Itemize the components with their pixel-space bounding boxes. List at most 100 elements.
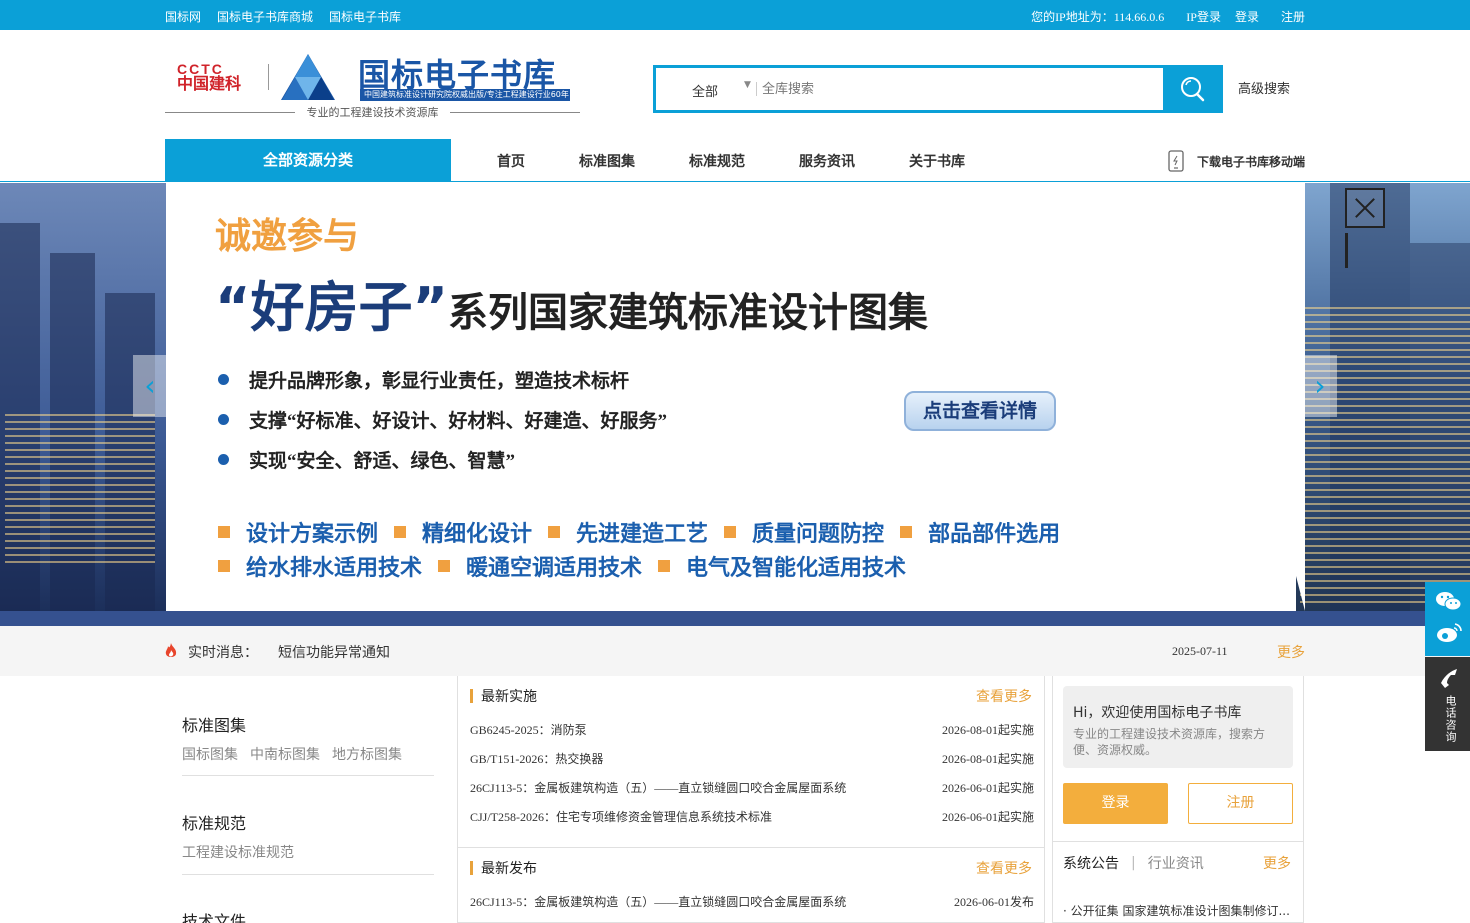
register-button[interactable]: 注册 [1188,783,1293,824]
square-bullet-icon [438,560,451,572]
hero-banner[interactable]: 诚邀参与 “好房子”系列国家建筑标准设计图集 提升品牌形象，彰显行业责任，塑造技… [0,183,1470,611]
link-ebook[interactable]: 国标电子书库 [329,8,401,25]
banner-bullets: 提升品牌形象，彰显行业责任，塑造技术标杆 支撑“好标准、好设计、好材料、好建造、… [218,359,667,479]
item-name: GB/T151-2026：热交换器 [470,752,604,766]
welcome-desc: 专业的工程建设技术资源库，搜索方便、资源权威。 [1073,727,1266,757]
latest-pub-heading: 最新发布 [470,858,537,878]
panel-divider [1053,841,1303,842]
table-row[interactable]: 26CJ113-5：金属板建筑构造（五）——直立锁缝圆口咬合金属屋面系统 2026… [470,888,1034,917]
search-button[interactable] [1163,65,1223,113]
login-link[interactable]: 登录 [1235,8,1259,25]
triangle-logo-icon [281,54,335,100]
subcategory-link[interactable]: 国标图集 [182,744,238,764]
banner-next-arrow-icon[interactable]: › [1303,355,1337,417]
phone-consult-float[interactable]: 电话咨询 [1425,657,1470,751]
phone-consult-label: 电话咨询 [1444,695,1457,743]
notice-tabs: 系统公告 | 行业资讯 [1063,853,1204,873]
top-bar: 国标网 国标电子书库商城 国标电子书库 您的IP地址为：114.66.0.6 I… [0,0,1470,30]
advanced-search-link[interactable]: 高级搜索 [1238,78,1290,97]
list-item[interactable]: · 公开征集 国家建筑标准设计图集制修订... [1063,902,1295,919]
search-input[interactable] [762,78,1152,100]
banner-title-quote: “好房子” [215,276,448,339]
nav-home[interactable]: 首页 [497,151,525,171]
nav-standards[interactable]: 标准规范 [689,151,745,171]
search-category-select[interactable]: 全部 [692,81,718,100]
subcategory-link[interactable]: 地方标图集 [332,744,402,764]
category-atlas: 标准图集 国标图集 中南标图集 地方标图集 [182,712,434,776]
latest-impl-more-link[interactable]: 查看更多 [976,686,1032,706]
download-mobile-link[interactable]: 下载电子书库移动端 [1167,150,1305,172]
banner-tag: 质量问题防控 [752,522,885,547]
search-icon [1181,77,1205,102]
heading-bar [470,861,473,875]
item-name: 26CJ113-5：金属板建筑构造（五）——直立锁缝圆口咬合金属屋面系统 [470,895,847,909]
bullet-icon [218,453,229,465]
square-bullet-icon [658,560,671,572]
latest-impl-title: 最新实施 [481,689,537,705]
flame-icon [165,643,177,657]
subcategory-link[interactable]: 工程建设标准规范 [182,842,294,862]
table-row[interactable]: GB/T151-2026：热交换器 2026-08-01起实施 [470,745,1034,774]
nav-atlas[interactable]: 标准图集 [579,151,635,171]
bullet-text: 提升品牌形象，彰显行业责任，塑造技术标杆 [249,370,630,392]
category-list: 标准图集 国标图集 中南标图集 地方标图集 标准规范 工程建设标准规范 技术文件 [165,676,451,923]
download-mobile-label: 下载电子书库移动端 [1196,154,1305,169]
tab-system-notice[interactable]: 系统公告 [1063,853,1119,873]
list-item: 实现“安全、舒适、绿色、智慧” [218,439,667,479]
ticker-more-link[interactable]: 更多 [1277,642,1305,662]
square-bullet-icon [548,526,561,538]
all-categories-button[interactable]: 全部资源分类 [165,139,451,182]
item-date: 2026-06-01起实施 [942,781,1034,795]
cctc-logo: CCTC 中国建科 [177,62,263,92]
ticker-label: 实时消息： [188,645,258,661]
weibo-icon [1437,623,1462,642]
item-name: 26CJ113-5：金属板建筑构造（五）——直立锁缝圆口咬合金属屋面系统 [470,781,847,795]
latest-pub-title: 最新发布 [481,861,537,877]
latest-lists: 最新实施 查看更多 GB6245-2025：消防泵 2026-08-01起实施 G… [457,676,1045,923]
ticker-date: 2025-07-11 [1172,644,1228,658]
table-row[interactable]: 26CJ113-5：金属板建筑构造（五）——直立锁缝圆口咬合金属屋面系统 2026… [470,774,1034,803]
banner-tags: 设计方案示例 精细化设计 先进建造工艺 质量问题防控 部品部件选用 给水排水适用… [218,515,1076,583]
nav-services[interactable]: 服务资讯 [799,151,855,171]
city-lights [5,413,155,563]
ip-login-link[interactable]: IP登录 [1186,8,1221,25]
notice-more-link[interactable]: 更多 [1263,853,1291,873]
latest-pub-more-link[interactable]: 查看更多 [976,858,1032,878]
login-button[interactable]: 登录 [1063,783,1168,824]
square-bullet-icon [724,526,737,538]
ticker-message[interactable]: 短信功能异常通知 [278,642,390,662]
social-float [1425,582,1470,656]
list-item: 提升品牌形象，彰显行业责任，塑造技术标杆 [218,359,667,399]
banner-details-button[interactable]: 点击查看详情 [904,391,1056,431]
welcome-box: Hi，欢迎使用国标电子书库 专业的工程建设技术资源库，搜索方便、资源权威。 [1063,686,1293,768]
table-row[interactable]: GB6245-2025：消防泵 2026-08-01起实施 [470,716,1034,745]
link-mall[interactable]: 国标电子书库商城 [217,8,313,25]
mobile-phone-icon [1168,150,1184,172]
banner-prev-arrow-icon[interactable]: ‹ [133,355,167,417]
table-row[interactable]: CJJ/T258-2026：住宅专项维修资金管理信息系统技术标准 2026-06-… [470,803,1034,832]
category-tech-docs: 技术文件 [182,908,434,923]
latest-impl-list: GB6245-2025：消防泵 2026-08-01起实施 GB/T151-202… [470,716,1034,832]
bullet-icon [218,373,229,385]
category-title[interactable]: 技术文件 [182,908,434,923]
cctc-logo-cn: 中国建科 [177,74,242,93]
banner-tag: 设计方案示例 [246,522,379,547]
category-title[interactable]: 标准规范 [182,810,434,834]
nav-about[interactable]: 关于书库 [909,151,965,171]
link-gbw[interactable]: 国标网 [165,8,201,25]
banner-close-icon[interactable] [1345,188,1385,228]
chevron-down-icon[interactable]: ▼ [744,80,751,90]
close-stem [1345,233,1348,268]
bullet-text: 支撑“好标准、好设计、好材料、好建造、好服务” [249,410,668,432]
tab-separator: | [1131,855,1136,871]
heading-bar [470,689,473,703]
tab-industry-news[interactable]: 行业资讯 [1148,853,1204,873]
slogan: 专业的工程建设技术资源库 [165,104,580,120]
latest-pub-list: 26CJ113-5：金属板建筑构造（五）——直立锁缝圆口咬合金属屋面系统 2026… [470,888,1034,917]
item-name: CJJ/T258-2026：住宅专项维修资金管理信息系统技术标准 [470,810,773,824]
category-title[interactable]: 标准图集 [182,712,434,736]
site-logo[interactable]: CCTC 中国建科 国标电子书库 中国建筑标准设计研究院权威出版/专注工程建设行… [165,50,580,120]
bullet-text: 实现“安全、舒适、绿色、智慧” [249,450,516,472]
subcategory-link[interactable]: 中南标图集 [250,744,320,764]
register-link[interactable]: 注册 [1281,8,1305,25]
